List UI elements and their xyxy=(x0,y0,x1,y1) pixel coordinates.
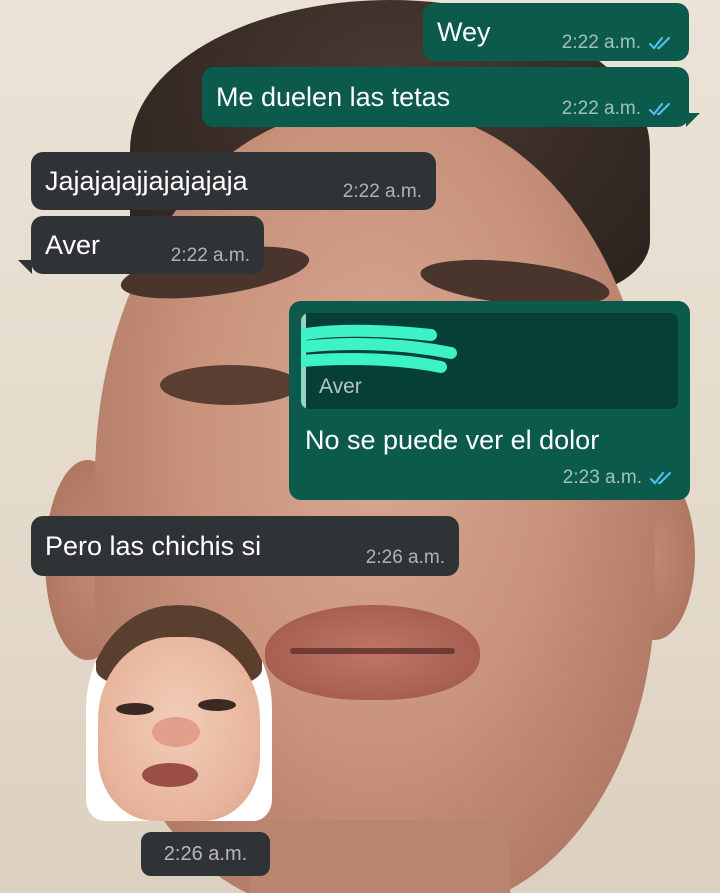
double-check-icon xyxy=(650,471,672,485)
message-time: 2:26 a.m. xyxy=(365,547,445,568)
sticker-time: 2:26 a.m. xyxy=(141,832,270,876)
message-time: 2:23 a.m. xyxy=(562,467,642,488)
reply-message-bubble[interactable]: Aver No se puede ver el dolor 2:23 a.m. xyxy=(289,301,690,500)
sticker-mouth xyxy=(142,763,198,787)
message-time: 2:22 a.m. xyxy=(170,245,250,266)
message-bubble[interactable]: Jajajajajjajajajaja 2:22 a.m. xyxy=(31,152,436,210)
double-check-icon xyxy=(649,36,671,50)
sticker-eye xyxy=(198,699,236,711)
redaction-scribble xyxy=(301,324,457,373)
message-text: Jajajajajjajajajaja xyxy=(45,165,248,196)
sticker-message[interactable] xyxy=(86,605,272,821)
message-text: Me duelen las tetas xyxy=(216,81,451,112)
chat-thread: Wey 2:22 a.m. Me duelen las tetas 2:22 a… xyxy=(0,0,720,893)
message-meta: 2:22 a.m. xyxy=(153,246,250,274)
bubble-tail xyxy=(686,113,700,127)
message-time: 2:26 a.m. xyxy=(163,842,248,865)
message-meta: 2:22 a.m. xyxy=(544,99,675,127)
message-bubble[interactable]: Wey 2:22 a.m. xyxy=(423,3,689,61)
message-bubble[interactable]: Aver 2:22 a.m. xyxy=(31,216,264,274)
message-time: 2:22 a.m. xyxy=(342,181,422,202)
message-meta: 2:23 a.m. xyxy=(563,467,676,489)
message-text: Pero las chichis si xyxy=(45,530,262,561)
message-meta: 2:22 a.m. xyxy=(544,33,675,61)
bubble-tail xyxy=(18,260,32,274)
message-bubble[interactable]: Me duelen las tetas 2:22 a.m. xyxy=(202,67,689,127)
message-meta: 2:22 a.m. xyxy=(325,182,422,210)
message-meta: 2:26 a.m. xyxy=(348,548,445,576)
sticker-eye xyxy=(116,703,154,715)
message-text: Wey xyxy=(437,16,491,47)
sticker-nose xyxy=(152,717,200,747)
message-time: 2:22 a.m. xyxy=(561,32,641,53)
quoted-text: Aver xyxy=(319,375,362,398)
double-check-icon xyxy=(649,102,671,116)
message-time: 2:22 a.m. xyxy=(561,98,641,119)
message-bubble[interactable]: Pero las chichis si 2:26 a.m. xyxy=(31,516,459,576)
message-text: No se puede ver el dolor xyxy=(305,425,600,455)
message-text: Aver xyxy=(45,229,101,260)
quoted-message[interactable]: Aver xyxy=(301,313,678,409)
